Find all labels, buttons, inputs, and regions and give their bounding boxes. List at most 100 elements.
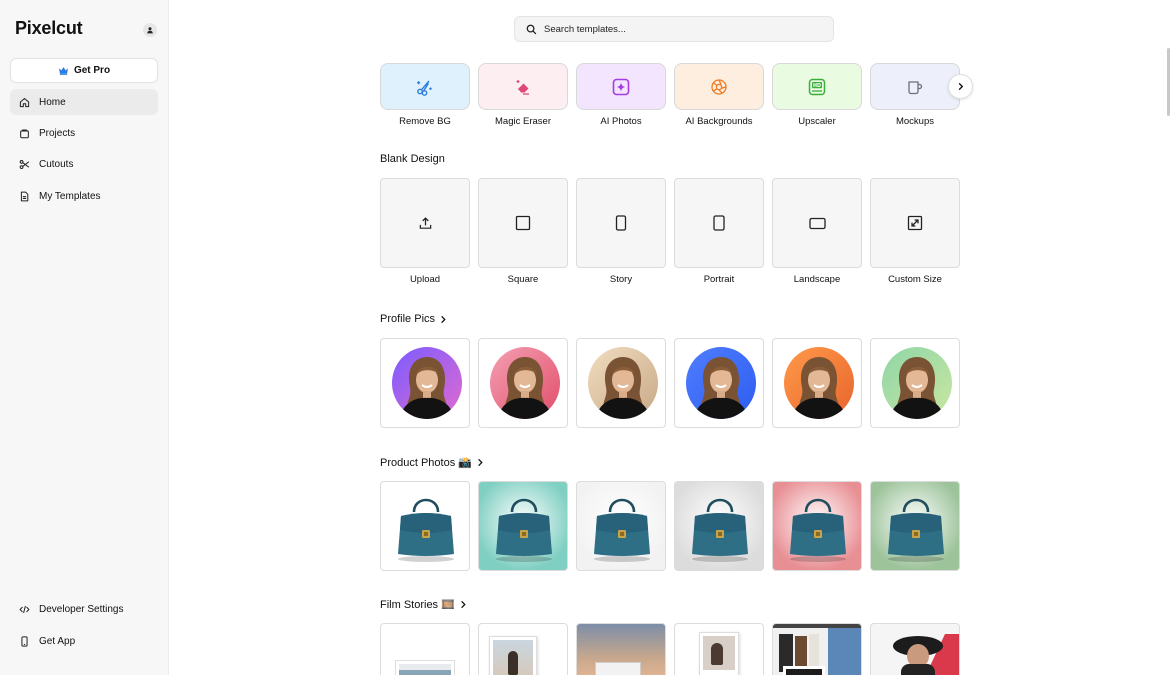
film-story-card[interactable] xyxy=(870,623,960,675)
sidebar-item-label: My Templates xyxy=(39,190,101,202)
handbag-photo xyxy=(398,498,454,562)
handbag-photo xyxy=(496,498,552,562)
portrait-photo xyxy=(792,357,846,419)
handbag-photo xyxy=(692,498,748,562)
story-icon xyxy=(615,215,627,231)
sidebar-item-my-templates[interactable]: My Templates xyxy=(10,183,158,209)
section-title-blank-design: Blank Design xyxy=(380,153,445,165)
section-title-text: Profile Pics xyxy=(380,313,436,325)
product-photo-card[interactable] xyxy=(870,481,960,571)
film-story-card[interactable] xyxy=(772,623,862,675)
tool-ai-backgrounds[interactable] xyxy=(674,63,764,110)
film-thumbnail xyxy=(783,666,825,675)
sidebar-item-cutouts[interactable]: Cutouts xyxy=(10,151,158,177)
scissors-sparkle-icon xyxy=(417,80,432,96)
film-story-card[interactable] xyxy=(576,623,666,675)
blank-label: Story xyxy=(609,274,633,285)
blank-landscape-card[interactable] xyxy=(772,178,862,268)
blank-upload-card[interactable] xyxy=(380,178,470,268)
portrait-photo xyxy=(694,357,748,419)
chevron-right-icon xyxy=(478,458,483,467)
get-pro-button[interactable]: Get Pro xyxy=(10,58,158,83)
section-title-text: Blank Design xyxy=(380,153,445,165)
profile-pic-card[interactable] xyxy=(380,338,470,428)
film-thumbnail xyxy=(489,636,537,675)
blank-label: Custom Size xyxy=(888,274,942,285)
app-logo[interactable]: Pixelcut xyxy=(15,18,83,39)
section-title-film-stories[interactable]: Film Stories 🎞️ xyxy=(380,598,467,611)
tool-ai-photos[interactable] xyxy=(576,63,666,110)
chevron-right-icon xyxy=(441,315,446,323)
blank-story-card[interactable] xyxy=(576,178,666,268)
sidebar-item-label: Cutouts xyxy=(39,158,74,170)
blank-portrait-card[interactable] xyxy=(674,178,764,268)
tool-remove-bg[interactable] xyxy=(380,63,470,110)
tool-upscaler[interactable]: HD xyxy=(772,63,862,110)
user-icon xyxy=(147,27,153,34)
handbag-photo xyxy=(790,498,846,562)
film-story-card[interactable] xyxy=(478,623,568,675)
search-bar[interactable] xyxy=(514,16,834,42)
tool-label: Mockups xyxy=(895,116,934,127)
mug-icon xyxy=(908,80,923,94)
blank-label: Square xyxy=(507,274,539,285)
film-story-card[interactable] xyxy=(380,623,470,675)
profile-pic-circle xyxy=(686,347,756,419)
profile-pic-circle xyxy=(588,347,658,419)
product-photo-card[interactable] xyxy=(674,481,764,571)
profile-pic-circle xyxy=(882,347,952,419)
upload-icon xyxy=(419,216,431,229)
product-photo-card[interactable] xyxy=(772,481,862,571)
clothing-item xyxy=(795,636,807,670)
scissors-icon xyxy=(19,159,30,169)
landscape-icon xyxy=(808,217,826,229)
film-person xyxy=(711,643,723,665)
sidebar-item-projects[interactable]: Projects xyxy=(10,120,158,146)
product-photo-card[interactable] xyxy=(380,481,470,571)
sidebar-item-label: Get App xyxy=(39,635,76,647)
blank-label: Portrait xyxy=(703,274,735,285)
tool-label: Upscaler xyxy=(798,116,836,127)
tool-mockups[interactable] xyxy=(870,63,960,110)
profile-pic-card[interactable] xyxy=(772,338,862,428)
sparkle-square-icon xyxy=(612,78,630,95)
film-person xyxy=(508,651,518,675)
blank-square-card[interactable] xyxy=(478,178,568,268)
section-title-profile-pics[interactable]: Profile Pics xyxy=(380,313,447,325)
product-photo-card[interactable] xyxy=(478,481,568,571)
portrait-photo xyxy=(498,357,552,419)
tool-magic-eraser[interactable] xyxy=(478,63,568,110)
profile-pic-card[interactable] xyxy=(870,338,960,428)
section-title-text: Product Photos 📸 xyxy=(380,457,472,469)
blank-custom-size-card[interactable] xyxy=(870,178,960,268)
profile-pic-card[interactable] xyxy=(576,338,666,428)
sidebar-item-developer-settings[interactable]: Developer Settings xyxy=(10,596,158,622)
user-avatar[interactable] xyxy=(143,23,157,37)
sidebar-item-get-app[interactable]: Get App xyxy=(10,628,158,654)
profile-pic-circle xyxy=(392,347,462,419)
code-icon xyxy=(19,605,30,613)
chevron-right-icon xyxy=(461,600,466,609)
film-thumbnail xyxy=(396,661,454,675)
tools-next-button[interactable] xyxy=(948,74,973,99)
sidebar-item-home[interactable]: Home xyxy=(10,89,158,115)
document-icon xyxy=(20,191,29,201)
resize-icon xyxy=(907,215,923,231)
handbag-photo xyxy=(888,498,944,562)
section-title-text: Film Stories 🎞️ xyxy=(380,599,455,611)
blank-label: Upload xyxy=(409,274,441,285)
portrait-photo xyxy=(596,357,650,419)
sidebar-item-label: Home xyxy=(39,96,66,108)
profile-pic-card[interactable] xyxy=(674,338,764,428)
section-title-product-photos[interactable]: Product Photos 📸 xyxy=(380,456,484,469)
body xyxy=(901,664,935,675)
search-icon xyxy=(526,24,537,34)
search-input[interactable] xyxy=(544,23,814,35)
film-story-card[interactable] xyxy=(674,623,764,675)
home-icon xyxy=(19,97,30,107)
bag-icon xyxy=(20,129,29,138)
aperture-icon xyxy=(711,78,727,95)
profile-pic-card[interactable] xyxy=(478,338,568,428)
eraser-icon xyxy=(516,79,529,95)
product-photo-card[interactable] xyxy=(576,481,666,571)
